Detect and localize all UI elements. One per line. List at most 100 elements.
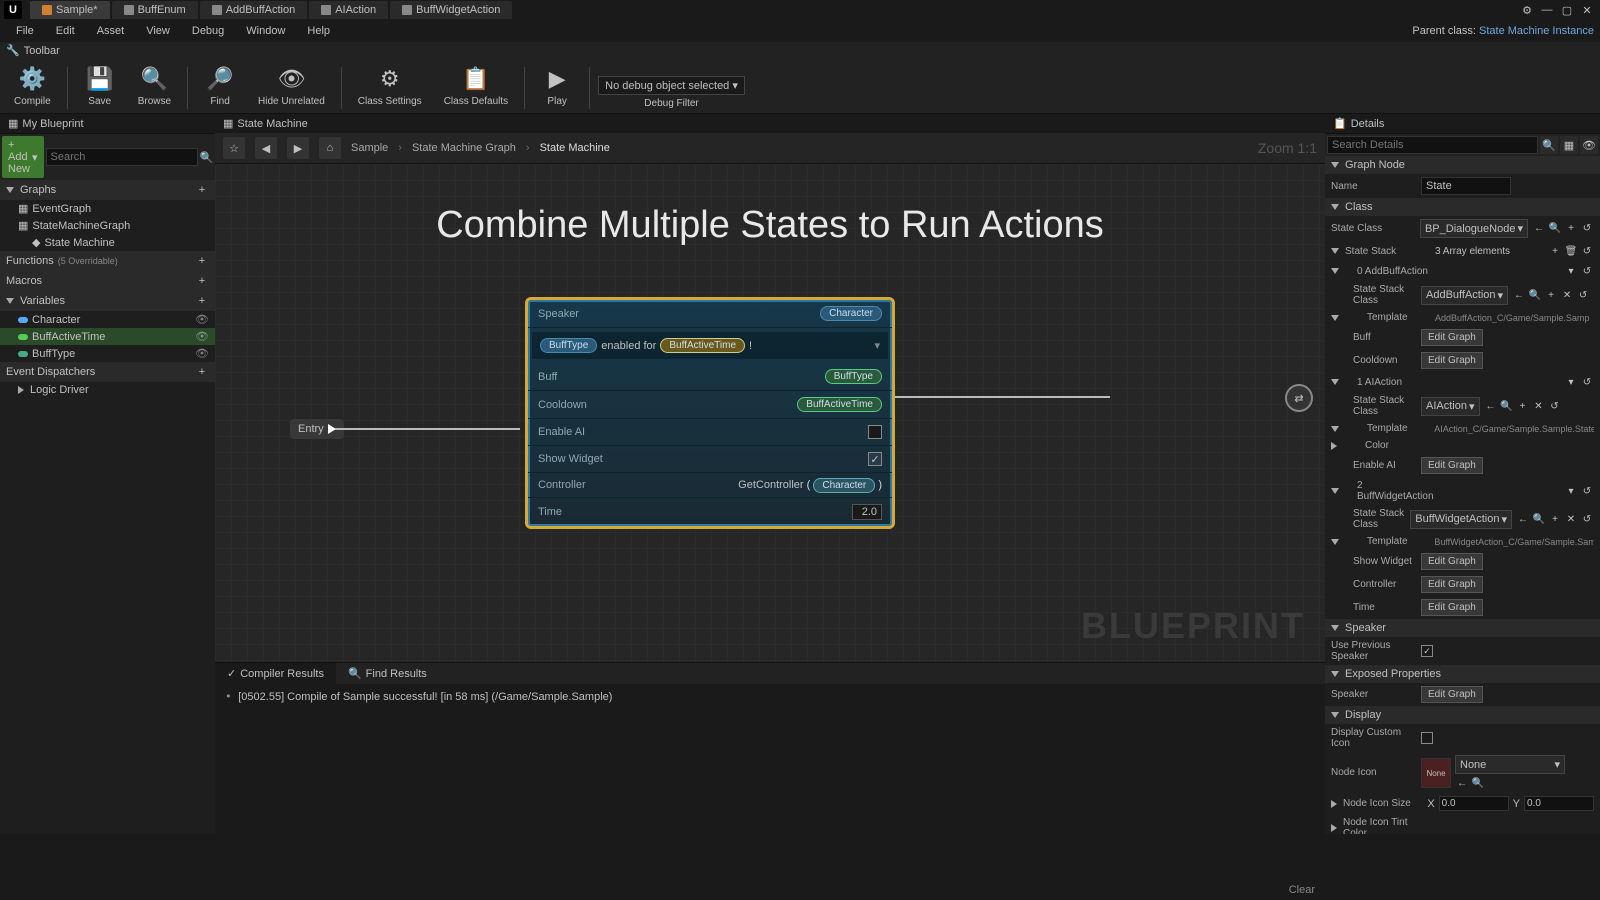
section-class[interactable]: Class [1325, 198, 1600, 216]
settings-icon[interactable]: ⚙ [1518, 2, 1536, 18]
dialogue-text[interactable]: BuffType enabled for BuffActiveTime ! ▾ [532, 332, 888, 359]
state-class-dropdown[interactable]: BP_DialogueNode▾ [1420, 219, 1528, 238]
forward-button[interactable]: ▶ [287, 137, 309, 159]
menu-asset[interactable]: Asset [87, 23, 135, 39]
stack-class-dropdown[interactable]: AIAction▾ [1421, 397, 1480, 416]
show-widget-checkbox[interactable]: ✓ [868, 452, 882, 466]
var-buffactivetime[interactable]: BuffActiveTime👁 [0, 328, 215, 345]
tab-find-results[interactable]: 🔍Find Results [336, 663, 439, 684]
add-graph-button[interactable]: + [195, 183, 209, 197]
add-macro-button[interactable]: + [195, 274, 209, 288]
stack-class-dropdown[interactable]: BuffWidgetAction▾ [1410, 510, 1512, 529]
edit-graph-button[interactable]: Edit Graph [1421, 553, 1483, 570]
visibility-icon[interactable]: 👁 [195, 347, 209, 360]
edit-graph-button[interactable]: Edit Graph [1421, 576, 1483, 593]
visibility-icon[interactable]: 👁 [195, 330, 209, 343]
tree-statemachinegraph[interactable]: ▦StateMachineGraph [0, 217, 215, 234]
section-exposed[interactable]: Exposed Properties [1325, 665, 1600, 683]
section-graphs[interactable]: Graphs+ [0, 180, 215, 200]
reset-icon[interactable]: ↺ [1548, 399, 1562, 413]
graph-tab-state-machine[interactable]: ▦State Machine [215, 114, 325, 133]
chevron-down-icon[interactable]: ▾ [874, 339, 880, 352]
close-button[interactable]: ✕ [1578, 2, 1596, 18]
add-icon[interactable]: + [1516, 399, 1530, 413]
find-icon[interactable]: 🔍 [1532, 512, 1546, 526]
add-function-button[interactable]: + [195, 254, 209, 268]
add-icon[interactable]: + [1548, 512, 1562, 526]
icon-size-x[interactable] [1439, 796, 1509, 811]
use-prev-speaker-checkbox[interactable] [1421, 645, 1433, 657]
add-dispatcher-button[interactable]: + [195, 365, 209, 379]
search-icon[interactable]: 🔍 [200, 149, 214, 165]
file-tab-addbuff[interactable]: AddBuffAction [200, 1, 308, 19]
add-icon[interactable]: + [1548, 244, 1562, 258]
edit-graph-button[interactable]: Edit Graph [1421, 686, 1483, 703]
edit-graph-button[interactable]: Edit Graph [1421, 599, 1483, 616]
section-event-dispatchers[interactable]: Event Dispatchers+ [0, 362, 215, 382]
maximize-button[interactable]: ▢ [1558, 2, 1576, 18]
file-tab-aiaction[interactable]: AIAction [309, 1, 388, 19]
remove-icon[interactable]: ✕ [1560, 288, 1574, 302]
graph-canvas[interactable]: Combine Multiple States to Run Actions E… [215, 164, 1325, 662]
menu-debug[interactable]: Debug [182, 23, 234, 39]
tree-statemachine[interactable]: ◆State Machine [0, 234, 215, 251]
back-icon[interactable]: ← [1455, 776, 1469, 790]
class-settings-button[interactable]: ⚙Class Settings [350, 61, 430, 109]
clear-button[interactable]: Clear [1289, 884, 1315, 896]
tab-compiler-results[interactable]: ✓Compiler Results [215, 663, 336, 684]
menu-window[interactable]: Window [236, 23, 295, 39]
debug-object-select[interactable]: No debug object selected ▾ [598, 76, 745, 95]
hide-unrelated-button[interactable]: 👁Hide Unrelated [250, 61, 333, 109]
menu-help[interactable]: Help [297, 23, 340, 39]
speaker-chip[interactable]: Character [820, 306, 882, 321]
edit-graph-button[interactable]: Edit Graph [1421, 352, 1483, 369]
reset-icon[interactable]: ↺ [1580, 244, 1594, 258]
file-tab-sample[interactable]: Sample* [30, 1, 110, 19]
add-icon[interactable]: + [1544, 288, 1558, 302]
tree-logic-driver[interactable]: Logic Driver [0, 382, 215, 398]
remove-icon[interactable]: ✕ [1564, 512, 1578, 526]
breadcrumb-graph[interactable]: State Machine Graph [412, 142, 516, 154]
reset-icon[interactable]: ↺ [1580, 484, 1594, 498]
compile-button[interactable]: ⚙️Compile [6, 61, 59, 109]
edit-graph-button[interactable]: Edit Graph [1421, 457, 1483, 474]
visibility-icon[interactable]: 👁 [195, 313, 209, 326]
find-icon[interactable]: 🔍 [1548, 222, 1562, 236]
icon-size-y[interactable] [1524, 796, 1594, 811]
find-icon[interactable]: 🔍 [1528, 288, 1542, 302]
node-icon-dropdown[interactable]: None▾ [1455, 755, 1565, 774]
state-node[interactable]: SpeakerCharacter BuffType enabled for Bu… [525, 297, 895, 529]
stack-item-2[interactable]: 2 BuffWidgetAction [1345, 480, 1431, 502]
section-macros[interactable]: Macros+ [0, 271, 215, 291]
reset-icon[interactable]: ↺ [1580, 222, 1594, 236]
dropdown-icon[interactable]: ▾ [1564, 375, 1578, 389]
eye-icon[interactable]: 👁 [1580, 136, 1598, 154]
back-icon[interactable]: ← [1484, 399, 1498, 413]
stack-item-0[interactable]: 0 AddBuffAction [1345, 266, 1431, 277]
home-button[interactable]: ⌂ [319, 137, 341, 159]
name-field[interactable] [1421, 177, 1511, 195]
add-new-button[interactable]: + Add New ▾ [2, 136, 44, 178]
play-button[interactable]: ▶Play [533, 61, 581, 109]
find-icon[interactable]: 🔍 [1471, 776, 1485, 790]
cooldown-chip[interactable]: BuffActiveTime [797, 397, 882, 412]
section-functions[interactable]: Functions (5 Overridable)+ [0, 251, 215, 271]
parent-class-link[interactable]: State Machine Instance [1479, 25, 1594, 37]
exit-pin[interactable]: ⇄ [1285, 384, 1313, 412]
find-icon[interactable]: 🔍 [1500, 399, 1514, 413]
breadcrumb-sample[interactable]: Sample [351, 142, 388, 154]
add-icon[interactable]: + [1564, 222, 1578, 236]
stack-class-dropdown[interactable]: AddBuffAction▾ [1421, 286, 1508, 305]
controller-arg-chip[interactable]: Character [813, 478, 875, 493]
my-blueprint-tab[interactable]: ▦My Blueprint [0, 114, 215, 134]
section-speaker[interactable]: Speaker [1325, 619, 1600, 637]
section-graph-node[interactable]: Graph Node [1325, 156, 1600, 174]
details-tab[interactable]: 📋Details [1325, 114, 1600, 134]
menu-file[interactable]: File [6, 23, 44, 39]
details-search-input[interactable] [1327, 136, 1538, 154]
favorite-button[interactable]: ☆ [223, 137, 245, 159]
stack-item-1[interactable]: 1 AIAction [1345, 377, 1431, 388]
reset-icon[interactable]: ↺ [1576, 288, 1590, 302]
back-button[interactable]: ◀ [255, 137, 277, 159]
trash-icon[interactable]: 🗑 [1564, 244, 1578, 258]
